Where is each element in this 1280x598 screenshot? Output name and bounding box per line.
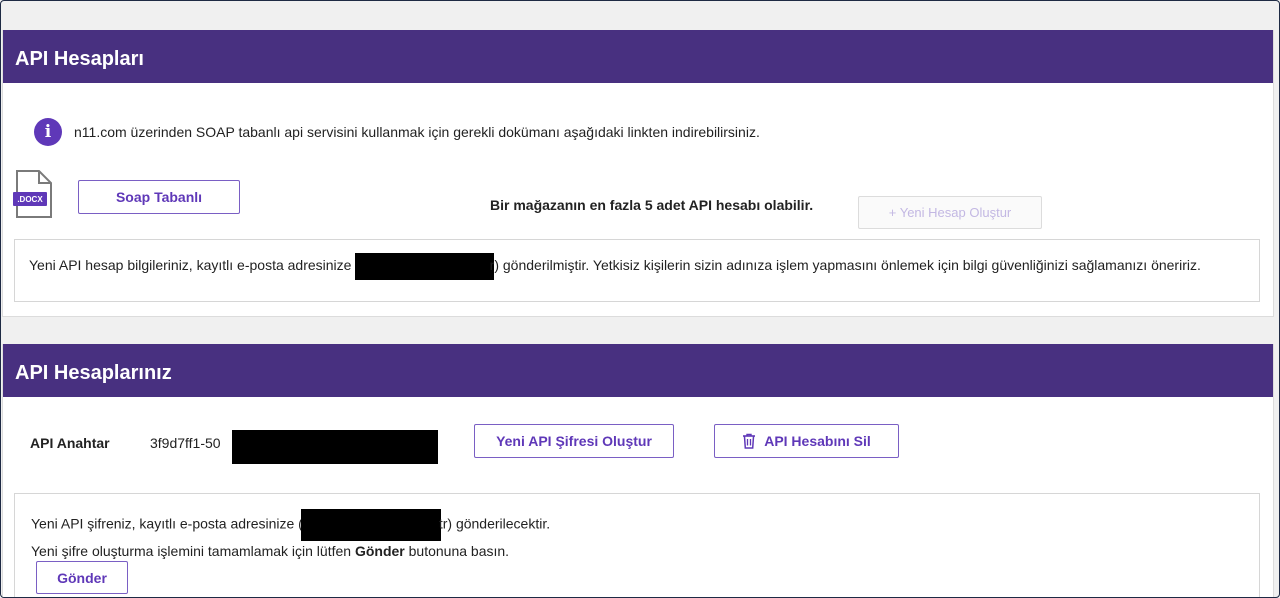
your-api-accounts-panel: API Hesaplarınız API Anahtar 3f9d7ff1-50… [2,344,1274,597]
notice-text-after: r) gönderilmiştir. Yetkisiz kişilerin si… [489,257,1201,274]
notice2-line2-bold: Gönder [354,543,405,559]
notice2-line2-after: butonuna basın. [404,543,510,559]
notice-text-before: Yeni API hesap bilgileriniz, kayıtlı e-p… [29,257,365,274]
account-info-notice: Yeni API hesap bilgileriniz, kayıtlı e-p… [14,239,1260,302]
app-frame: API Hesapları i n11.com üzerinden SOAP t… [0,0,1280,598]
docx-badge-text: .DOCX [17,195,43,204]
redacted-api-key [232,430,438,464]
notice2-line2-before: Yeni şifre oluşturma işlemini tamamlamak… [31,543,355,559]
new-api-password-button[interactable]: Yeni API Şifresi Oluştur [474,424,674,458]
info-icon: i [34,118,62,146]
your-api-accounts-header: API Hesaplarınız [3,344,1273,397]
redacted-email-2 [300,509,441,541]
trash-icon [742,433,756,449]
redacted-email [354,253,494,280]
api-key-value: 3f9d7ff1-50 [150,435,221,451]
soap-download-button[interactable]: Soap Tabanlı [78,180,240,214]
delete-api-account-button[interactable]: API Hesabını Sil [714,424,899,458]
info-row: i n11.com üzerinden SOAP tabanlı api ser… [34,118,760,146]
api-key-label: API Anahtar [30,435,110,451]
docx-file-icon[interactable]: .DOCX [13,170,53,220]
delete-button-label: API Hesabını Sil [764,433,871,449]
api-accounts-header: API Hesapları [3,30,1273,83]
password-info-notice: Yeni API şifreniz, kayıtlı e-posta adres… [14,493,1260,597]
notice2-line1: Yeni API şifreniz, kayıtlı e-posta adres… [31,509,1243,541]
notice2-line2: Yeni şifre oluşturma işlemini tamamlamak… [31,541,1243,561]
send-button[interactable]: Gönder [36,561,128,594]
account-limit-text: Bir mağazanın en fazla 5 adet API hesabı… [490,197,814,213]
api-accounts-panel: API Hesapları i n11.com üzerinden SOAP t… [2,30,1274,317]
notice2-line1-after: tr) gönderilecektir. [438,515,551,532]
create-account-button[interactable]: + Yeni Hesap Oluştur [858,196,1042,229]
notice2-line1-before: Yeni API şifreniz, kayıtlı e-posta adres… [31,515,303,532]
info-text: n11.com üzerinden SOAP tabanlı api servi… [74,124,760,140]
